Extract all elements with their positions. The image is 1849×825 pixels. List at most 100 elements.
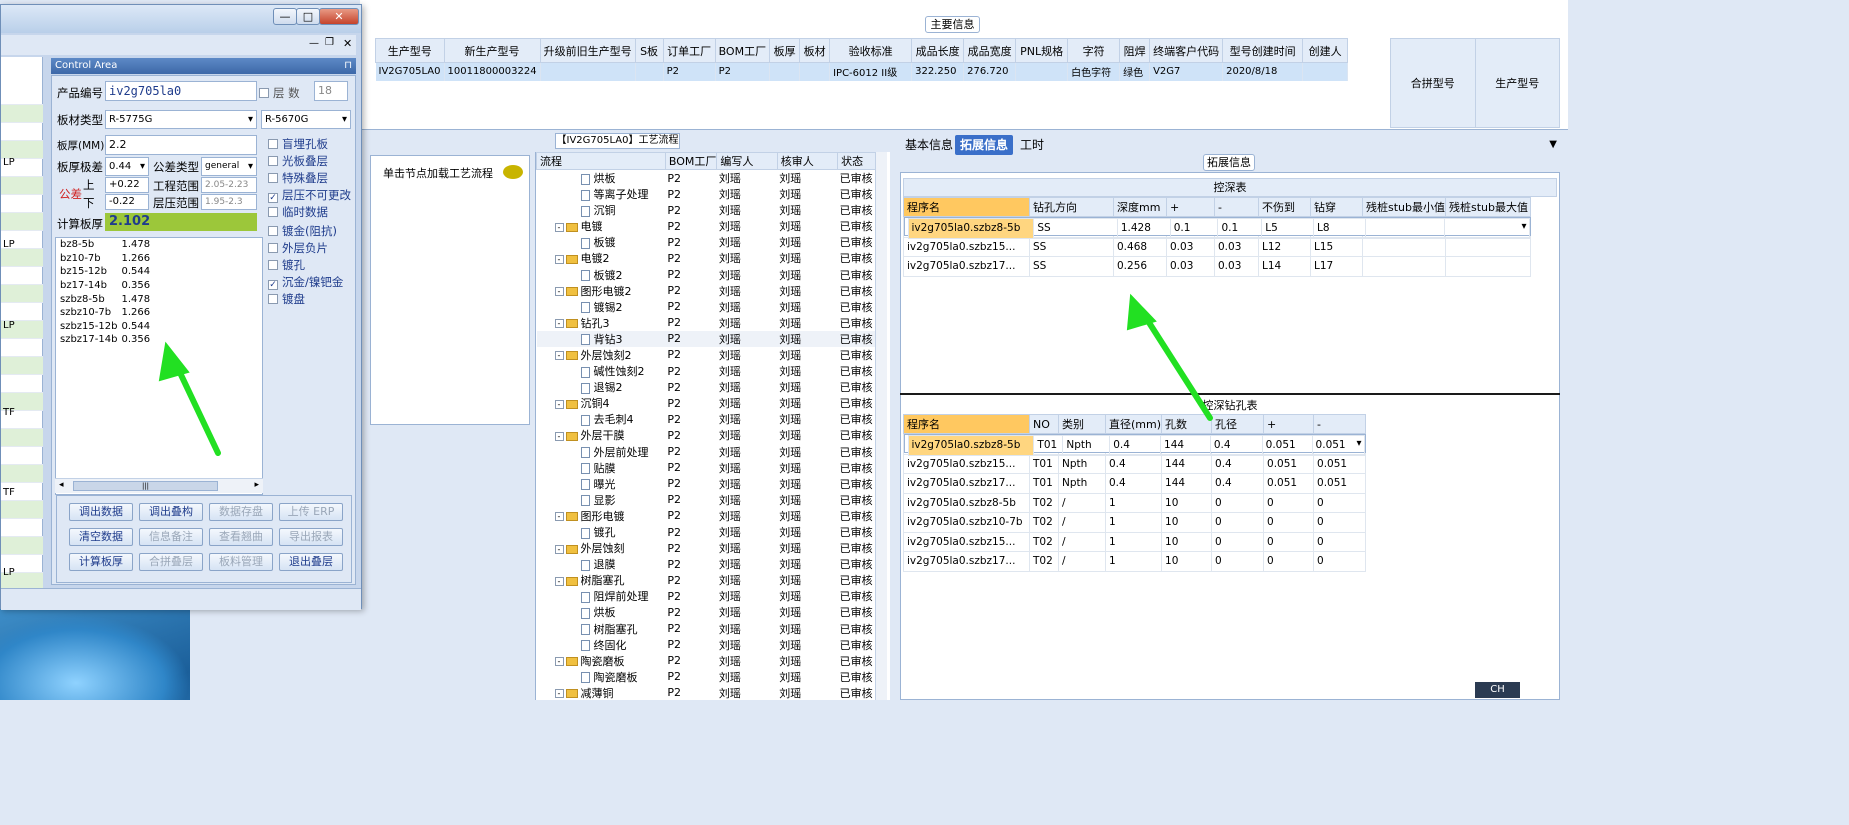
action-button[interactable]: 数据存盘 — [209, 503, 273, 521]
list-item[interactable]: bz15-12b 0.544 — [56, 265, 177, 279]
table-row[interactable]: iv2g705la0.szbz15... T02/1 10 0 0 0 — [903, 531, 1367, 552]
column-header[interactable]: 直径(mm) — [1104, 414, 1163, 434]
collapse-toggle-icon[interactable]: - — [554, 319, 564, 329]
checkbox-icon[interactable] — [268, 294, 278, 304]
column-header[interactable]: BOM工厂 — [664, 152, 718, 170]
stackup-row[interactable] — [1, 357, 43, 375]
tree-row[interactable]: 镀孔 P2 刘瑶 刘瑶 已审核 — [537, 524, 876, 540]
collapse-toggle-icon[interactable]: - — [554, 222, 564, 232]
tree-row[interactable]: - 外层干膜 P2 刘瑶 刘瑶 已审核 — [537, 427, 876, 443]
collapse-toggle-icon[interactable]: - — [554, 431, 564, 441]
tree-row[interactable]: - 图形电镀2 P2 刘瑶 刘瑶 已审核 — [537, 283, 876, 299]
column-header[interactable]: 钻穿 — [1310, 197, 1363, 217]
collapse-toggle-icon[interactable]: - — [554, 254, 564, 264]
checkbox-icon[interactable] — [268, 243, 278, 253]
window-titlebar[interactable]: — □ ✕ — [1, 5, 361, 33]
tree-row[interactable]: 板镀 P2 刘瑶 刘瑶 已审核 — [537, 234, 876, 250]
column-header[interactable]: 核审人 — [776, 152, 839, 170]
scroll-left-icon[interactable]: ◂ — [59, 480, 64, 490]
tree-row[interactable]: 背钻3 P2 刘瑶 刘瑶 已审核 — [536, 330, 876, 347]
stackup-row[interactable] — [1, 339, 43, 357]
action-button[interactable]: 板料管理 — [209, 553, 273, 571]
combo-grid[interactable]: 合拼型号 生产型号 — [1390, 38, 1560, 128]
stackup-row[interactable] — [1, 519, 43, 537]
list-item[interactable]: szbz8-5b 1.478 — [56, 292, 177, 306]
column-header[interactable]: 成品长度 — [911, 38, 965, 63]
checkbox-icon[interactable] — [268, 139, 278, 149]
tab-basic-info[interactable]: 基本信息 — [900, 135, 958, 155]
column-header[interactable]: - — [1214, 197, 1259, 217]
column-header[interactable]: 新生产型号 — [443, 38, 541, 63]
tree-row[interactable]: - 沉铜4 P2 刘瑶 刘瑶 已审核 — [537, 395, 876, 411]
column-header[interactable]: 程序名 — [903, 414, 1030, 434]
list-item[interactable]: bz10-7b 1.266 — [56, 252, 177, 266]
option-checkbox[interactable]: 临时数据 — [268, 204, 328, 220]
action-button[interactable]: 合拼叠层 — [139, 553, 203, 571]
column-header[interactable]: 验收标准 — [829, 38, 913, 63]
tree-row[interactable]: - 外层蚀刻 P2 刘瑶 刘瑶 已审核 — [537, 540, 876, 556]
column-header[interactable]: 阻焊 — [1119, 38, 1151, 63]
flow-load-panel[interactable] — [370, 155, 530, 425]
product-input[interactable]: iv2g705la0 — [105, 81, 257, 101]
column-header[interactable]: 字符 — [1067, 38, 1121, 63]
collapse-toggle-icon[interactable]: - — [554, 351, 564, 361]
collapse-toggle-icon[interactable]: - — [554, 287, 564, 297]
minimize-icon[interactable]: — — [273, 8, 297, 25]
action-button[interactable]: 导出报表 — [279, 528, 343, 546]
column-header[interactable]: 类别 — [1058, 414, 1106, 434]
list-item[interactable]: szbz17-14b 0.356 — [56, 333, 177, 347]
stackup-row[interactable] — [1, 285, 43, 303]
column-header[interactable]: 孔径 — [1211, 414, 1265, 434]
column-header[interactable]: 板厚 — [769, 38, 801, 63]
tree-row[interactable]: - 陶瓷磨板 P2 刘瑶 刘瑶 已审核 — [537, 653, 876, 669]
tree-row[interactable]: 阻焊前处理 P2 刘瑶 刘瑶 已审核 — [537, 588, 876, 604]
tree-row[interactable]: 陶瓷磨板 P2 刘瑶 刘瑶 已审核 — [537, 669, 876, 685]
column-header[interactable]: 状态 — [837, 152, 876, 170]
column-header[interactable]: 孔数 — [1161, 414, 1213, 434]
tree-row[interactable]: 去毛刺4 P2 刘瑶 刘瑶 已审核 — [537, 411, 876, 427]
thickness-input[interactable]: 2.2 — [105, 135, 257, 155]
material-select[interactable]: R-5775G — [105, 110, 257, 129]
column-header[interactable]: 成品宽度 — [963, 38, 1017, 63]
collapse-toggle-icon[interactable]: - — [554, 512, 564, 522]
tol-type-select[interactable]: general — [201, 157, 257, 176]
option-checkbox[interactable]: 镀盘 — [268, 291, 305, 307]
stackup-row[interactable] — [1, 123, 43, 141]
checked-box-icon[interactable]: ✓ — [268, 280, 278, 290]
table-row[interactable]: iv2g705la0.szbz17... T01 Npth 0.4 144 0.4 0.05… — [903, 473, 1367, 494]
tree-row[interactable]: - 图形电镀 P2 刘瑶 刘瑶 已审核 — [537, 508, 876, 524]
tree-row[interactable]: 退锡2 P2 刘瑶 刘瑶 已审核 — [537, 379, 876, 395]
list-item[interactable]: szbz10-7b 1.266 — [56, 306, 177, 320]
minimize-icon[interactable]: — — [309, 38, 319, 49]
option-checkbox[interactable]: 镀金(阻抗) — [268, 223, 337, 239]
list-item[interactable]: bz8-5b 1.478 — [56, 238, 177, 252]
stackup-row[interactable] — [1, 465, 43, 483]
maximize-icon[interactable]: □ — [296, 8, 320, 25]
tree-row[interactable]: - 电镀2 P2 刘瑶 刘瑶 已审核 — [537, 250, 876, 266]
horizontal-scrollbar[interactable]: ◂ ||| ▸ — [55, 478, 263, 493]
column-header[interactable]: 深度mm — [1113, 197, 1167, 217]
column-header[interactable]: 生产型号 — [1474, 38, 1560, 128]
column-header[interactable]: 流程 — [536, 152, 666, 170]
table-row[interactable]: iv2g705la0.szbz10-7b T02/1 10 0 0 0 — [903, 512, 1367, 533]
tree-row[interactable]: 树脂塞孔 P2 刘瑶 刘瑶 已审核 — [537, 621, 876, 637]
collapse-toggle-icon[interactable]: - — [554, 657, 564, 667]
collapse-toggle-icon[interactable]: - — [554, 399, 564, 409]
collapse-toggle-icon[interactable]: - — [554, 689, 564, 699]
action-button[interactable]: 查看翘曲 — [209, 528, 273, 546]
list-item[interactable]: bz17-14b 0.356 — [56, 279, 177, 293]
tree-row[interactable]: - 电镀 P2 刘瑶 刘瑶 已审核 — [537, 218, 876, 234]
option-checkbox[interactable]: ✓ 层压不可更改 — [268, 187, 351, 203]
speech-bubble-icon[interactable] — [503, 165, 523, 179]
checkbox-icon[interactable] — [268, 226, 278, 236]
collapse-toggle-icon[interactable]: - — [554, 544, 564, 554]
tree-row[interactable]: 显影 P2 刘瑶 刘瑶 已审核 — [537, 492, 876, 508]
stackup-row[interactable] — [1, 213, 43, 231]
column-header[interactable]: + — [1263, 414, 1315, 434]
tab-hours[interactable]: 工时 — [1015, 135, 1049, 155]
checkbox-icon[interactable] — [268, 207, 278, 217]
stackup-row[interactable] — [1, 87, 43, 105]
pin-icon[interactable]: ⊓ — [344, 58, 352, 74]
checked-box-icon[interactable]: ✓ — [268, 193, 278, 203]
action-button[interactable]: 调出叠构 — [139, 503, 203, 521]
